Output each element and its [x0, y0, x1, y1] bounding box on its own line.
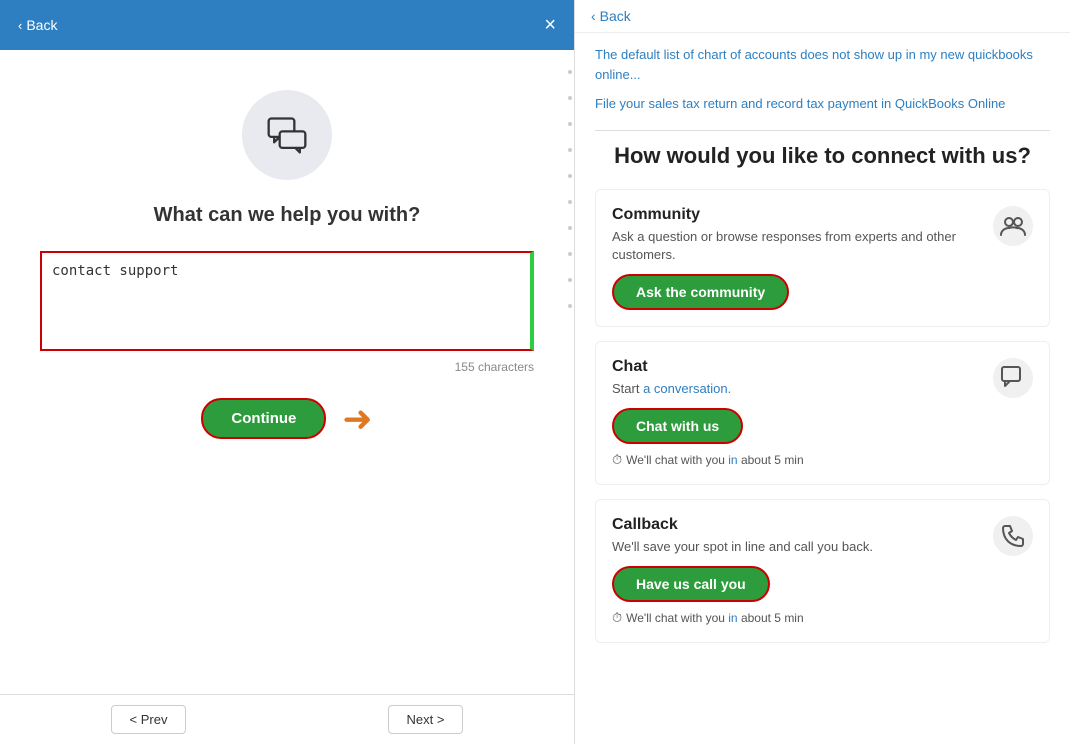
scroll-dot [568, 304, 572, 308]
chat-bubbles-icon [265, 113, 309, 157]
callback-wait-clock-icon: ⏱ [612, 610, 622, 626]
left-panel: ‹ Back × What can we help you with? cont… [0, 0, 575, 744]
left-header: ‹ Back × [0, 0, 574, 50]
scroll-dot [568, 252, 572, 256]
chat-desc-link: a conversation. [643, 381, 731, 396]
chat-header: Chat Start a conversation. Chat with us … [612, 358, 1033, 468]
callback-header: Callback We'll save your spot in line an… [612, 516, 1033, 626]
community-title: Community [612, 206, 983, 224]
have-us-call-button[interactable]: Have us call you [612, 566, 770, 602]
chat-with-us-button[interactable]: Chat with us [612, 408, 743, 444]
back-button-right[interactable]: ‹ Back [591, 8, 1054, 24]
back-button-left[interactable]: ‹ Back [18, 17, 57, 33]
next-button[interactable]: Next > [388, 705, 464, 734]
scroll-dot [568, 200, 572, 204]
callback-icon [993, 516, 1033, 556]
chat-title: Chat [612, 358, 983, 376]
left-footer: < Prev Next > [0, 694, 574, 744]
arrow-right-icon: ➜ [342, 401, 372, 437]
scroll-dot [568, 226, 572, 230]
community-info: Community Ask a question or browse respo… [612, 206, 983, 310]
chat-wait-label: We'll chat with you in about 5 min [626, 453, 804, 467]
back-chevron-right-icon: ‹ [591, 8, 596, 24]
community-card: Community Ask a question or browse respo… [595, 189, 1050, 327]
help-title: What can we help you with? [154, 204, 421, 227]
right-content: The default list of chart of accounts do… [575, 33, 1070, 669]
callback-card: Callback We'll save your spot in line an… [595, 499, 1050, 643]
scroll-dot [568, 122, 572, 126]
chat-icon [993, 358, 1033, 398]
community-header: Community Ask a question or browse respo… [612, 206, 1033, 310]
prev-button[interactable]: < Prev [111, 705, 187, 734]
ask-community-button[interactable]: Ask the community [612, 274, 789, 310]
scroll-dot [568, 70, 572, 74]
scroll-dot [568, 174, 572, 178]
back-chevron-icon: ‹ [18, 18, 22, 33]
chat-desc: Start a conversation. [612, 380, 983, 398]
back-label-left: Back [26, 17, 57, 33]
article-link-2[interactable]: File your sales tax return and record ta… [595, 94, 1050, 114]
chat-icon-circle [242, 90, 332, 180]
community-icon [993, 206, 1033, 246]
community-desc: Ask a question or browse responses from … [612, 228, 983, 264]
continue-row: Continue ➜ [201, 398, 372, 439]
divider [595, 130, 1050, 131]
callback-desc: We'll save your spot in line and call yo… [612, 538, 983, 556]
article-link-1[interactable]: The default list of chart of accounts do… [595, 45, 1050, 84]
scroll-dot [568, 148, 572, 152]
char-count: 155 characters [40, 360, 534, 374]
chat-card: Chat Start a conversation. Chat with us … [595, 341, 1050, 485]
scroll-dots [566, 60, 574, 744]
connect-title: How would you like to connect with us? [595, 143, 1050, 169]
callback-wait-time: ⏱ We'll chat with you in about 5 min [612, 610, 983, 626]
chat-wait-time: ⏱ We'll chat with you in about 5 min [612, 452, 983, 468]
chat-info: Chat Start a conversation. Chat with us … [612, 358, 983, 468]
right-header: ‹ Back [575, 0, 1070, 33]
close-button[interactable]: × [544, 15, 556, 35]
right-panel: ‹ Back The default list of chart of acco… [575, 0, 1070, 744]
callback-info: Callback We'll save your spot in line an… [612, 516, 983, 626]
back-label-right: Back [600, 8, 631, 24]
wait-clock-icon: ⏱ [612, 452, 622, 468]
left-content: What can we help you with? contact suppo… [0, 50, 574, 694]
callback-title: Callback [612, 516, 983, 534]
callback-wait-label: We'll chat with you in about 5 min [626, 611, 804, 625]
continue-button[interactable]: Continue [201, 398, 326, 439]
scroll-dot [568, 96, 572, 100]
textarea-wrapper: contact support 155 characters [40, 251, 534, 374]
support-input[interactable]: contact support [40, 251, 534, 351]
scroll-dot [568, 278, 572, 282]
article-links: The default list of chart of accounts do… [595, 45, 1050, 114]
